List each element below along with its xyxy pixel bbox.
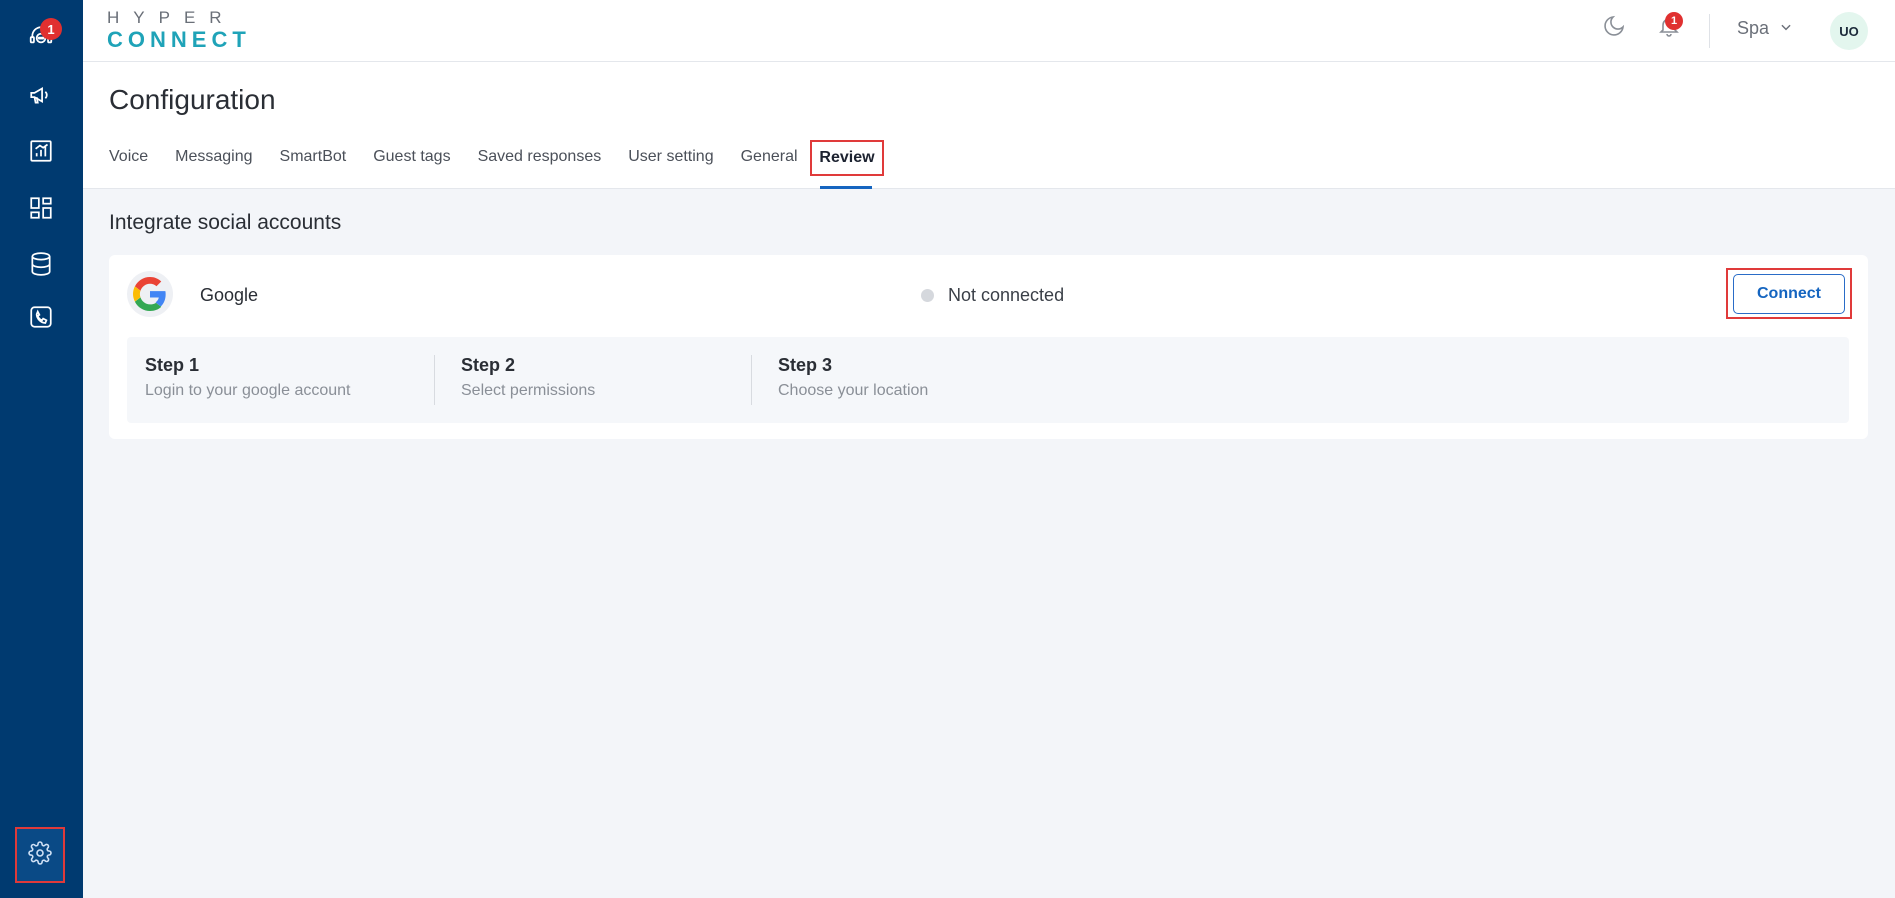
steps-panel: Step 1 Login to your google account Step…: [127, 337, 1849, 423]
sidebar-item-database[interactable]: [20, 245, 62, 287]
step-title: Step 3: [778, 355, 833, 375]
step-description: Select permissions: [461, 382, 596, 399]
phone-icon: [28, 304, 54, 335]
google-integration-card: Google Not connected Connect Step 1 Logi…: [109, 255, 1868, 439]
notifications-button[interactable]: 1: [1655, 12, 1683, 42]
step-2: Step 2 Select permissions: [461, 355, 595, 400]
gear-icon: [28, 840, 52, 870]
logo-top-text: HYPER: [107, 8, 236, 27]
sidebar-item-support-chat[interactable]: 1: [20, 18, 62, 60]
google-icon: [133, 277, 166, 311]
step-1: Step 1 Login to your google account: [145, 355, 350, 400]
step-title: Step 1: [145, 355, 200, 375]
dark-mode-toggle[interactable]: [1600, 14, 1628, 42]
settings-button[interactable]: [15, 827, 65, 883]
notification-badge: 1: [1665, 12, 1683, 30]
workspace-selector[interactable]: Spa: [1737, 18, 1793, 39]
page-title: Configuration: [109, 84, 276, 115]
step-divider: [751, 355, 752, 405]
tab-bar: Voice Messaging SmartBot Guest tags Save…: [109, 148, 825, 166]
step-description: Login to your google account: [145, 382, 351, 399]
tab-guest-tags[interactable]: Guest tags: [373, 148, 450, 166]
sidebar: 1: [0, 0, 83, 898]
tab-review[interactable]: Review: [810, 140, 884, 176]
step-title: Step 2: [461, 355, 516, 375]
sidebar-item-reports[interactable]: [20, 132, 62, 174]
megaphone-icon: [28, 82, 54, 113]
step-description: Choose your location: [778, 382, 929, 399]
database-icon: [28, 251, 54, 282]
top-bar: HYPER CONNECT 1 Spa UO: [83, 0, 1895, 62]
tab-general[interactable]: General: [741, 148, 798, 166]
workspace-label: Spa: [1737, 18, 1770, 38]
section-title: Integrate social accounts: [109, 211, 342, 234]
connect-button[interactable]: Connect: [1733, 273, 1845, 314]
sidebar-item-campaigns[interactable]: [20, 76, 62, 118]
bar-chart-icon: [28, 138, 54, 169]
integration-name: Google: [200, 285, 259, 305]
notification-badge: 1: [40, 18, 62, 40]
connect-button-highlight: Connect: [1726, 268, 1852, 319]
grid-icon: [28, 195, 54, 226]
sidebar-item-dashboard[interactable]: [20, 189, 62, 231]
app-logo[interactable]: HYPER CONNECT: [107, 8, 251, 52]
google-logo: [127, 271, 173, 317]
logo-bottom-text: CONNECT: [107, 27, 251, 52]
tab-voice[interactable]: Voice: [109, 148, 148, 166]
chevron-down-icon: [1779, 18, 1793, 39]
sidebar-item-calls[interactable]: [20, 298, 62, 340]
tab-messaging[interactable]: Messaging: [175, 148, 252, 166]
tab-smartbot[interactable]: SmartBot: [280, 148, 347, 166]
page-header: Configuration: [83, 62, 1895, 189]
tab-saved-responses[interactable]: Saved responses: [478, 148, 602, 166]
moon-icon: [1602, 14, 1626, 43]
avatar[interactable]: UO: [1830, 12, 1868, 50]
step-3: Step 3 Choose your location: [778, 355, 928, 400]
step-divider: [434, 355, 435, 405]
tab-user-setting[interactable]: User setting: [628, 148, 713, 166]
divider: [1709, 14, 1710, 48]
active-tab-indicator: [820, 186, 872, 189]
connection-status: Not connected: [921, 285, 1064, 306]
status-dot-icon: [921, 289, 934, 302]
status-label: Not connected: [948, 285, 1065, 305]
